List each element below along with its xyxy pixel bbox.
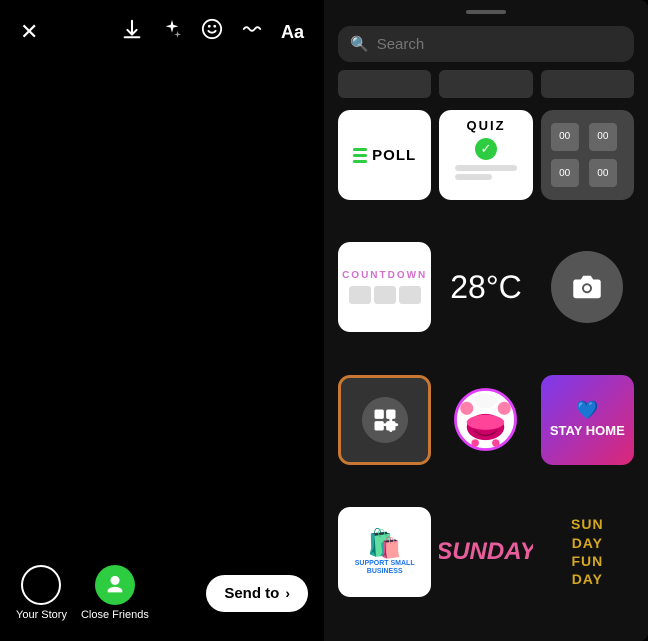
- countdown-title: COUNTDOWN: [342, 270, 427, 281]
- search-icon: 🔍: [350, 35, 369, 53]
- poll-inner: POLL: [341, 137, 428, 174]
- send-to-chevron-icon: ›: [285, 585, 290, 601]
- wave-icon[interactable]: [241, 18, 263, 46]
- send-to-button[interactable]: Send to ›: [206, 575, 308, 612]
- category-tab-2[interactable]: [439, 70, 532, 98]
- category-tab-1[interactable]: [338, 70, 431, 98]
- temp-text: 28°C: [450, 269, 522, 306]
- close-friends-label: Close Friends: [81, 609, 149, 621]
- stay-home-text: STAY HOME: [550, 423, 625, 439]
- sticker-sunday-fun-day[interactable]: SUNDAYFUNDAY: [541, 507, 634, 597]
- countdown-block-3: [399, 286, 421, 304]
- left-panel: ✕: [0, 0, 324, 641]
- search-input[interactable]: [377, 36, 622, 53]
- text-icon[interactable]: Aa: [281, 22, 304, 43]
- poll-lines: [353, 148, 367, 163]
- sunday-text: SUNDAY: [439, 538, 532, 566]
- add-media-inner: [362, 397, 408, 443]
- mouth-svg: [448, 382, 523, 457]
- your-story-button[interactable]: Your Story: [16, 565, 67, 621]
- top-bar: ✕: [0, 0, 324, 56]
- numgrid-cell-2: 00: [589, 123, 617, 151]
- sticker-camera[interactable]: [541, 242, 634, 332]
- send-to-label: Send to: [224, 585, 279, 602]
- sticker-stay-home[interactable]: 💙 STAY HOME: [541, 375, 634, 465]
- camera-circle: [551, 251, 623, 323]
- download-icon[interactable]: [121, 18, 143, 46]
- category-tabs: [324, 70, 648, 106]
- camera-icon: [572, 272, 602, 302]
- sticker-quiz[interactable]: QUIZ ✓: [439, 110, 532, 200]
- stickers-grid: POLL QUIZ ✓ 00 00 00 00 COUNTDOWN: [324, 106, 648, 641]
- your-story-circle: [21, 565, 61, 605]
- countdown-block-1: [349, 286, 371, 304]
- countdown-blocks: [349, 286, 421, 304]
- stay-home-heart-icon: 💙: [576, 400, 598, 421]
- search-bar[interactable]: 🔍: [338, 26, 634, 62]
- numgrid-cell-3: 00: [551, 159, 579, 187]
- canvas-area: [0, 56, 324, 551]
- ssb-text: SUPPORT SMALL BUSINESS: [343, 560, 426, 577]
- sundayfunday-text: SUNDAYFUNDAY: [571, 515, 604, 588]
- sticker-mouth[interactable]: [439, 375, 532, 465]
- countdown-block-2: [374, 286, 396, 304]
- ssb-bag-icon: 🛍️: [367, 527, 402, 560]
- close-friends-circle: [95, 565, 135, 605]
- category-tab-3[interactable]: [541, 70, 634, 98]
- poll-text: POLL: [372, 147, 416, 164]
- quiz-title: QUIZ: [466, 118, 505, 133]
- bottom-bar: Your Story Close Friends Send to ›: [0, 551, 324, 641]
- stay-home-content: 💙 STAY HOME: [550, 400, 625, 439]
- face-icon[interactable]: [201, 18, 223, 46]
- sticker-add-media[interactable]: [338, 375, 431, 465]
- sticker-countdown[interactable]: COUNTDOWN: [338, 242, 431, 332]
- right-panel: 🔍 POLL QUIZ ✓: [324, 0, 648, 641]
- close-icon[interactable]: ✕: [20, 19, 38, 45]
- numgrid-cell-1: 00: [551, 123, 579, 151]
- close-friends-button[interactable]: Close Friends: [81, 565, 149, 621]
- sticker-temperature[interactable]: 28°C: [439, 242, 532, 332]
- sticker-poll[interactable]: POLL: [338, 110, 431, 200]
- your-story-label: Your Story: [16, 609, 67, 621]
- numgrid-cell-4: 00: [589, 159, 617, 187]
- top-bar-icons-right: Aa: [121, 18, 304, 46]
- quiz-lines: [455, 165, 517, 180]
- sticker-numgrid[interactable]: 00 00 00 00: [541, 110, 634, 200]
- add-media-icon: [371, 406, 399, 434]
- drag-handle: [466, 10, 506, 14]
- sticker-support-small-business[interactable]: 🛍️ SUPPORT SMALL BUSINESS: [338, 507, 431, 597]
- sparkle-icon[interactable]: [161, 18, 183, 46]
- quiz-check: ✓: [475, 138, 497, 160]
- sticker-sunday[interactable]: SUNDAY: [439, 507, 532, 597]
